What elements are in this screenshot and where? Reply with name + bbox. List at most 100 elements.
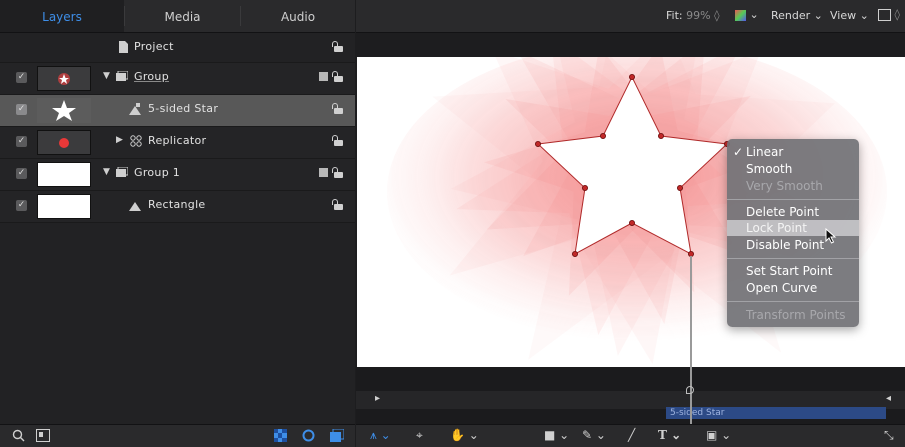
layer-options-icon[interactable] [319, 168, 328, 177]
layer-row-group1[interactable]: ✓ ▼ Group 1 [0, 159, 355, 191]
mask-tool-icon[interactable]: ▣ ⌄ [706, 428, 731, 442]
checkmark-icon: ✓ [733, 145, 744, 159]
menu-item-label: Linear [746, 145, 784, 159]
layer-thumbnail [37, 130, 91, 155]
document-icon [119, 41, 128, 53]
lock-icon[interactable] [332, 41, 343, 52]
render-menu[interactable]: Render ⌄ [771, 9, 823, 22]
view-label: View [830, 9, 857, 22]
menu-item-label: Smooth [746, 162, 793, 176]
layer-checkbox[interactable]: ✓ [16, 136, 27, 147]
group-icon [116, 167, 128, 177]
layer-row-replicator[interactable]: ✓ ▶ Replicator [0, 127, 355, 159]
layer-row-rectangle[interactable]: ✓ Rectangle [0, 191, 355, 223]
menu-item-very-smooth: Very Smooth [727, 178, 859, 194]
menu-item-label: Set Start Point [746, 264, 833, 278]
layers-panel: Layers Media Audio Project ✓ ▼ Group ✓ 5… [0, 0, 355, 447]
menu-item-linear[interactable]: ✓ Linear [727, 144, 859, 160]
menu-item-open-curve[interactable]: Open Curve [727, 280, 859, 296]
canvas-toolbar: Fit: 99% ◊ ⌄ Render ⌄ View ⌄ ◊ [356, 0, 905, 33]
layer-row-project[interactable]: Project [0, 33, 355, 63]
shape-icon [129, 103, 141, 115]
point-context-menu: ✓ Linear Smooth Very Smooth Delete Point … [727, 139, 859, 327]
menu-item-delete-point[interactable]: Delete Point [727, 204, 859, 220]
layer-name: Group 1 [134, 166, 181, 179]
paint-tool-icon[interactable]: ╱ [628, 428, 635, 442]
out-point-icon[interactable]: ◂ [886, 393, 891, 404]
menu-item-set-start-point[interactable]: Set Start Point [727, 263, 859, 279]
color-channel-icon[interactable]: ⌄ [735, 8, 759, 21]
disclosure-triangle-icon[interactable]: ▼ [103, 71, 110, 81]
render-label: Render [771, 9, 811, 22]
menu-item-label: Lock Point [746, 221, 807, 235]
in-point-icon[interactable]: ▸ [375, 393, 380, 404]
cursor-icon [825, 228, 837, 244]
menu-separator [727, 199, 859, 200]
layer-thumbnail [37, 98, 91, 123]
tab-media[interactable]: Media [125, 0, 240, 32]
menu-item-transform-points: Transform Points [727, 307, 859, 323]
menu-item-disable-point[interactable]: Disable Point [727, 237, 859, 253]
lock-icon[interactable] [332, 103, 343, 114]
pen-tool-icon[interactable]: ✎ ⌄ [582, 428, 606, 442]
disclosure-triangle-icon[interactable]: ▶ [116, 135, 123, 145]
search-icon[interactable] [12, 429, 25, 442]
group-icon [116, 71, 128, 81]
view-menu[interactable]: View ⌄ [830, 9, 869, 22]
layer-checkbox[interactable]: ✓ [16, 72, 27, 83]
playhead-line[interactable] [690, 256, 692, 446]
thumbnail-toggle-icon[interactable] [36, 429, 50, 442]
layer-name: Rectangle [148, 198, 206, 211]
menu-item-label: Delete Point [746, 205, 820, 219]
menu-item-label: Very Smooth [746, 179, 823, 193]
layers-footer [0, 424, 355, 447]
menu-item-label: Transform Points [746, 308, 846, 322]
rectangle-tool-icon[interactable]: ■ ⌄ [544, 428, 569, 442]
text-tool-icon[interactable]: T ⌄ [658, 428, 681, 442]
playhead-handle-icon[interactable] [686, 386, 694, 394]
menu-item-label: Disable Point [746, 238, 825, 252]
timeline-clip[interactable]: 5-sided Star [666, 407, 886, 419]
menu-separator [727, 301, 859, 302]
layer-name: Replicator [148, 134, 207, 147]
tools-bar: ⩚ ⌄ ⌖ ✋ ⌄ ■ ⌄ ✎ ⌄ ╱ T ⌄ ▣ ⌄ ⤡ [356, 424, 905, 447]
mask-icon[interactable] [302, 429, 315, 442]
expand-icon[interactable]: ⤡ [884, 428, 894, 443]
lock-icon[interactable] [332, 135, 343, 146]
menu-item-label: Open Curve [746, 281, 818, 295]
checker-icon[interactable] [274, 429, 287, 442]
menu-item-smooth[interactable]: Smooth [727, 161, 859, 177]
layer-row-group[interactable]: ✓ ▼ Group [0, 63, 355, 95]
lock-icon[interactable] [332, 71, 343, 82]
motion-app: Layers Media Audio Project ✓ ▼ Group ✓ 5… [0, 0, 905, 447]
mini-timeline: ▸ ◂ 5-sided Star [356, 367, 905, 424]
layer-options-icon[interactable] [319, 72, 328, 81]
lock-icon[interactable] [332, 167, 343, 178]
disclosure-triangle-icon[interactable]: ▼ [103, 167, 110, 177]
tab-audio[interactable]: Audio [241, 0, 355, 32]
fit-value: 99% [686, 9, 711, 22]
star-thumbnail-icon [58, 73, 70, 85]
menu-item-lock-point[interactable]: Lock Point [727, 220, 859, 236]
layer-thumbnail [37, 194, 91, 219]
tab-layers[interactable]: Layers [0, 0, 124, 32]
layer-thumbnail [37, 66, 91, 91]
layer-checkbox[interactable]: ✓ [16, 168, 27, 179]
panel-tabs: Layers Media Audio [0, 0, 355, 33]
fit-label: Fit: [666, 9, 683, 22]
transform-tool-icon[interactable]: ⩚ ⌄ [370, 428, 391, 443]
layer-name: 5-sided Star [148, 102, 219, 115]
shape-icon [129, 202, 141, 211]
lock-icon[interactable] [332, 199, 343, 210]
menu-separator [727, 258, 859, 259]
layout-icon[interactable]: ◊ [878, 8, 900, 21]
layer-checkbox[interactable]: ✓ [16, 104, 27, 115]
layer-checkbox[interactable]: ✓ [16, 200, 27, 211]
new-group-icon[interactable] [330, 429, 344, 442]
shape-adjust-tool-icon[interactable]: ⌖ [416, 428, 423, 443]
layer-name: Project [134, 40, 174, 53]
pan-tool-icon[interactable]: ✋ ⌄ [450, 428, 479, 442]
replicator-thumbnail-icon [59, 138, 69, 148]
layer-row-star[interactable]: ✓ 5-sided Star [0, 95, 355, 127]
fit-zoom-control[interactable]: Fit: 99% ◊ [666, 9, 720, 22]
